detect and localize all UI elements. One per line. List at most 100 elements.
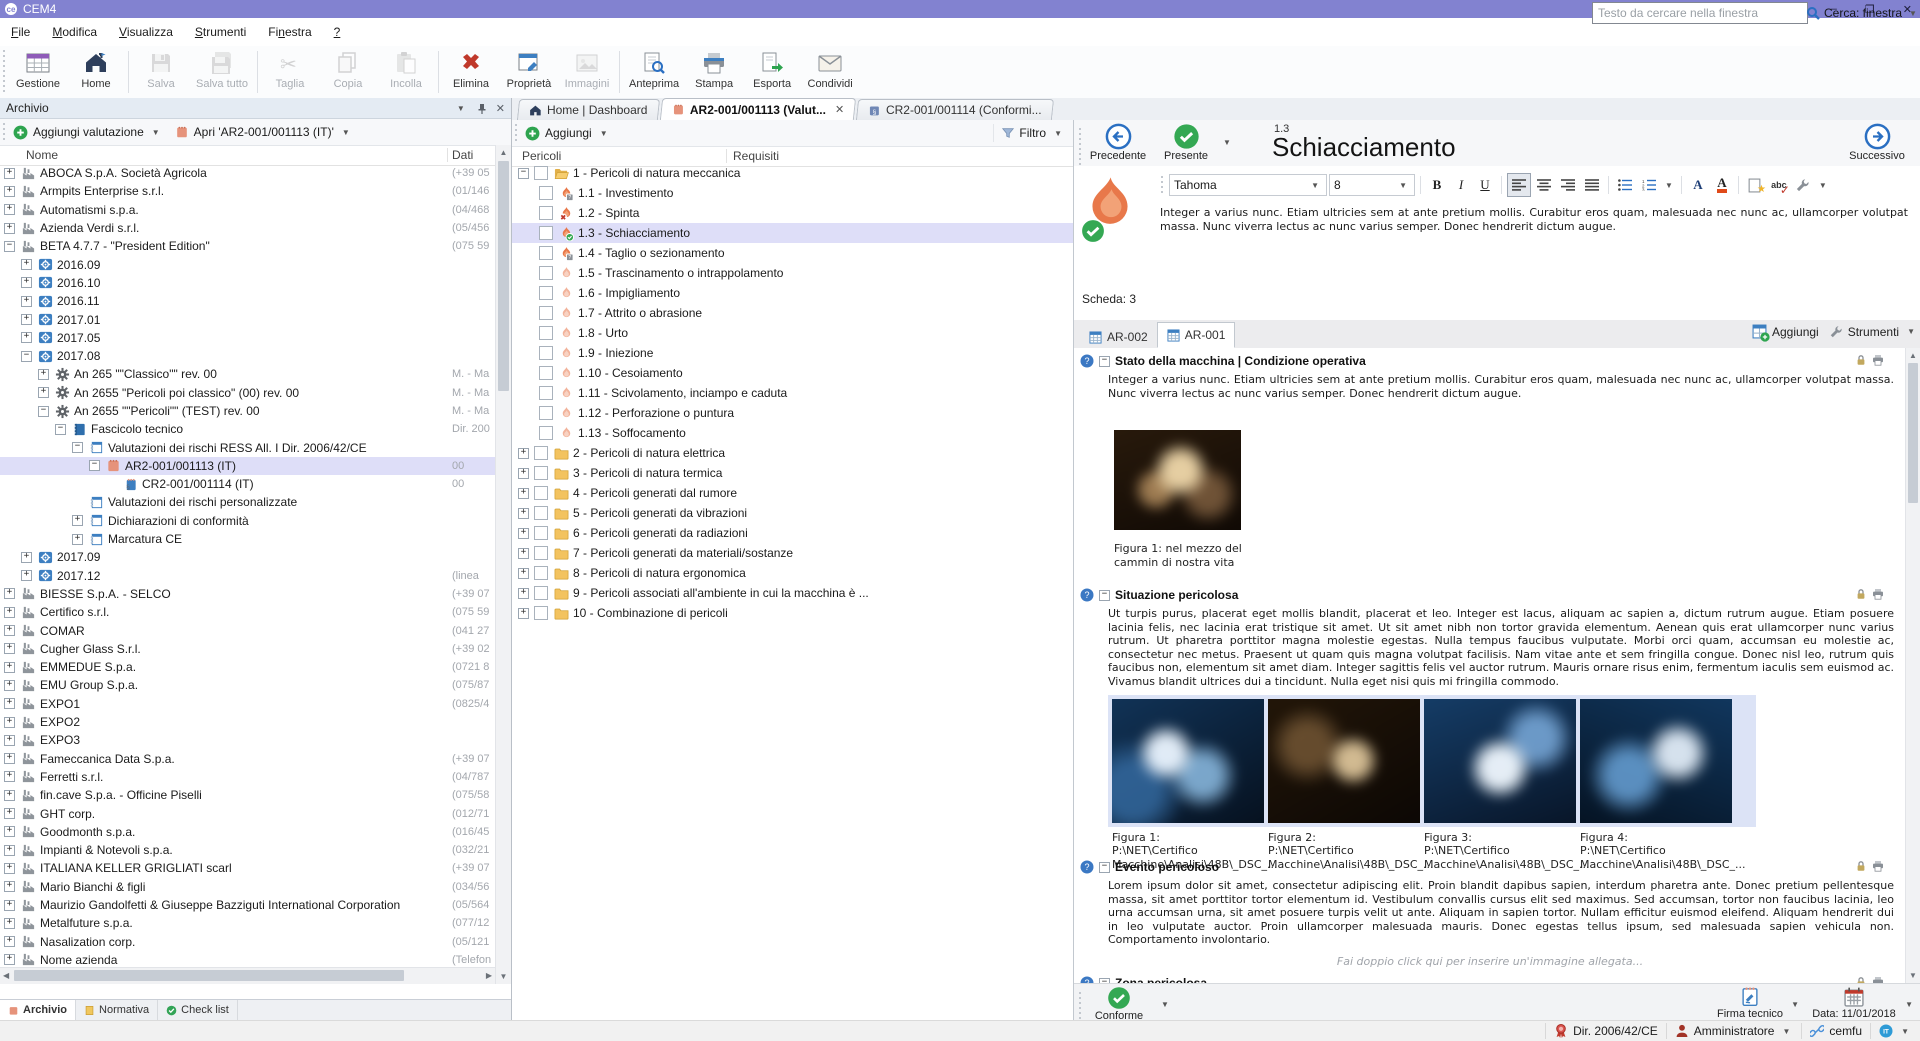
tree-expander[interactable]: +	[4, 680, 15, 691]
tree-row[interactable]: −BETA 4.7.7 - "President Edition"(075 59	[0, 237, 495, 255]
align-right-button[interactable]	[1557, 174, 1579, 196]
tree-row[interactable]: +Nasalization corp.(05/121	[0, 932, 495, 950]
hazard-row[interactable]: 1.9 - Iniezione	[512, 343, 1073, 363]
hazard-row[interactable]: +10 - Combinazione di pericoli	[512, 603, 1073, 623]
tree-expander[interactable]: +	[518, 588, 529, 599]
help-icon[interactable]: ?	[1080, 354, 1094, 368]
tree-row[interactable]: −2017.08	[0, 347, 495, 365]
add-valutazione-button[interactable]: Aggiungi valutazione ▼	[13, 125, 163, 140]
tree-expander[interactable]: +	[21, 277, 32, 288]
tree-expander[interactable]: +	[518, 448, 529, 459]
hazard-checkbox[interactable]	[534, 506, 548, 520]
tab-normativa[interactable]: Normativa	[76, 1000, 158, 1020]
menu-item-2[interactable]: Visualizza	[108, 21, 184, 43]
section-text[interactable]: Lorem ipsum dolor sit amet, consectetur …	[1108, 879, 1894, 947]
tree-row[interactable]: +2017.01	[0, 310, 495, 328]
hazard-checkbox[interactable]	[539, 426, 553, 440]
tree-expander[interactable]: +	[21, 259, 32, 270]
present-chevron-icon[interactable]: ▼	[1223, 138, 1231, 147]
print-section-icon[interactable]	[1872, 860, 1884, 872]
tree-row[interactable]: +EMU Group S.p.a.(075/87	[0, 676, 495, 694]
tree-row[interactable]: +ABOCA S.p.A. Società Agricola(+39 05	[0, 164, 495, 182]
status-item-dir-2006-42-ce[interactable]: Dir. 2006/42/CE	[1545, 1023, 1666, 1039]
tree-expander[interactable]: +	[518, 488, 529, 499]
tree-row[interactable]: +GHT corp.(012/71	[0, 804, 495, 822]
tree-row[interactable]: +Automatismi s.p.a.(04/468	[0, 201, 495, 219]
hazard-checkbox[interactable]	[539, 186, 553, 200]
close-panel-icon[interactable]: ✕	[496, 102, 505, 115]
tree-row[interactable]: +An 265 ""Classico"" rev. 00M. - Ma	[0, 365, 495, 383]
hazard-checkbox[interactable]	[539, 246, 553, 260]
section-image-block[interactable]: Figura 1: nel mezzo delcammin di nostra …	[1114, 430, 1906, 569]
tree-row[interactable]: +Metalfuture s.p.a.(077/12	[0, 914, 495, 932]
tree-row[interactable]: +2017.05	[0, 329, 495, 347]
tree-expander[interactable]: +	[4, 625, 15, 636]
hazard-checkbox[interactable]	[534, 606, 548, 620]
tree-expander[interactable]: +	[4, 954, 15, 965]
toolbar-elimina-button[interactable]: Elimina	[442, 46, 500, 98]
tree-expander[interactable]: +	[4, 753, 15, 764]
tree-expander[interactable]: +	[4, 771, 15, 782]
tree-expander[interactable]: +	[38, 369, 49, 380]
previous-button[interactable]: Precedente	[1086, 123, 1150, 162]
hazard-checkbox[interactable]	[539, 326, 553, 340]
hazard-row[interactable]: 1.8 - Urto	[512, 323, 1073, 343]
tab-home-dashboard[interactable]: Home | Dashboard	[517, 99, 660, 120]
tools-chevron-icon[interactable]: ▼	[1819, 181, 1827, 190]
tree-expander[interactable]: +	[21, 314, 32, 325]
hazard-row[interactable]: +9 - Pericoli associati all'ambiente in …	[512, 583, 1073, 603]
lock-icon[interactable]	[1855, 588, 1867, 600]
tree-expander[interactable]: +	[518, 548, 529, 559]
tree-expander[interactable]: +	[4, 168, 15, 179]
column-nome[interactable]: Nome	[26, 148, 58, 162]
highlight-color-button[interactable]: A	[1711, 174, 1733, 196]
filter-button[interactable]: Filtro ▼	[993, 124, 1073, 142]
tree-row[interactable]: +Impianti & Notevoli s.p.a.(032/21	[0, 841, 495, 859]
hazard-checkbox[interactable]	[539, 406, 553, 420]
lock-icon[interactable]	[1855, 860, 1867, 872]
tree-row[interactable]: +Ferretti s.r.l.(04/787	[0, 768, 495, 786]
tree-row[interactable]: +2016.10	[0, 274, 495, 292]
tree-expander[interactable]: +	[4, 717, 15, 728]
font-size-select[interactable]: 8▼	[1329, 174, 1415, 196]
panel-menu-chevron-icon[interactable]: ▼	[457, 104, 465, 113]
toolbar-condividi-button[interactable]: Condividi	[801, 46, 859, 98]
tree-expander[interactable]: −	[55, 424, 66, 435]
tree-expander[interactable]: +	[21, 332, 32, 343]
toolbar-stampa-button[interactable]: Stampa	[685, 46, 743, 98]
tree-row[interactable]: +2017.09	[0, 548, 495, 566]
list-options-chevron-icon[interactable]: ▼	[1665, 181, 1673, 190]
tree-expander[interactable]: +	[4, 607, 15, 618]
tree-row[interactable]: +Certifico s.r.l.(075 59	[0, 603, 495, 621]
insert-special-button[interactable]: ★	[1744, 174, 1766, 196]
tree-expander[interactable]: −	[4, 241, 15, 252]
print-section-icon[interactable]	[1872, 588, 1884, 600]
present-button[interactable]: Presente	[1156, 123, 1216, 162]
hazard-checkbox[interactable]	[534, 586, 548, 600]
firma-tecnico-button[interactable]: Firma tecnico	[1710, 986, 1790, 1020]
column-requisiti[interactable]: Requisiti	[726, 149, 779, 163]
tree-expander[interactable]: +	[4, 735, 15, 746]
tree-row[interactable]: +2016.11	[0, 292, 495, 310]
tree-row[interactable]: −An 2655 ""Pericoli"" (TEST) rev. 00M. -…	[0, 402, 495, 420]
tree-expander[interactable]: −	[21, 351, 32, 362]
open-valutazione-button[interactable]: Apri 'AR2-001/001113 (IT)' ▼	[175, 125, 353, 139]
tree-row[interactable]: §CR2-001/001114 (IT)00	[0, 475, 495, 493]
hazard-row[interactable]: 1.10 - Cesoiamento	[512, 363, 1073, 383]
hazard-checkbox[interactable]	[539, 266, 553, 280]
hazard-checkbox[interactable]	[534, 546, 548, 560]
tree-expander[interactable]: +	[4, 643, 15, 654]
italic-button[interactable]: I	[1450, 174, 1472, 196]
tab-ar2-001-001113[interactable]: AR2-001/001113 (Valut... ✕	[659, 98, 856, 120]
date-button[interactable]: Data: 11/01/2018	[1806, 986, 1902, 1020]
bullet-list-button[interactable]	[1614, 174, 1636, 196]
menu-item-0[interactable]: File	[0, 21, 41, 43]
tree-row[interactable]: +COMAR(041 27	[0, 621, 495, 639]
conforme-button[interactable]: Conforme	[1088, 986, 1150, 1022]
hazard-row[interactable]: +5 - Pericoli generati da vibrazioni	[512, 503, 1073, 523]
hazard-row[interactable]: 1.11 - Scivolamento, inciampo e caduta	[512, 383, 1073, 403]
tree-row[interactable]: +Azienda Verdi s.r.l.(05/456	[0, 219, 495, 237]
date-chevron-icon[interactable]: ▼	[1905, 1000, 1913, 1009]
tree-expander[interactable]: +	[4, 845, 15, 856]
hazard-checkbox[interactable]	[539, 346, 553, 360]
